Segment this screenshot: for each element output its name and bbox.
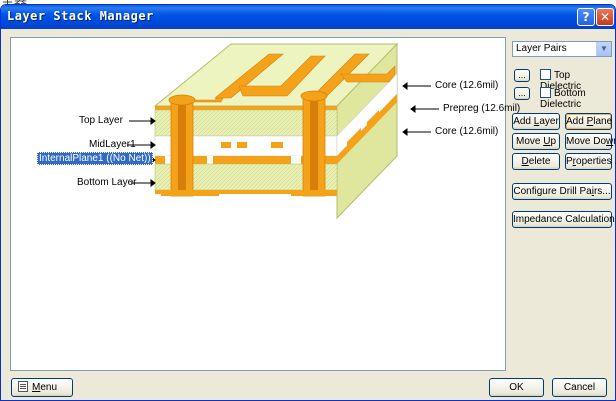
title-bar[interactable]: Layer Stack Manager ? ✕ <box>1 5 615 29</box>
button-text: p <box>550 136 557 147</box>
top-dielectric-checkbox[interactable] <box>540 69 551 80</box>
bottom-dielectric-checkbox[interactable] <box>540 87 551 98</box>
close-button[interactable]: ✕ <box>596 8 614 26</box>
menu-icon <box>18 381 28 392</box>
button-text: enu <box>40 382 58 393</box>
button-text: Move Do <box>566 136 607 147</box>
properties-button[interactable]: Properties ... <box>565 153 616 170</box>
layer-pairs-value: Layer Pairs <box>516 43 567 54</box>
layer-stack-manager-dialog: Layer Stack Manager ? ✕ Top Layer MidLay… <box>0 4 616 401</box>
add-layer-button[interactable]: Add Layer <box>512 113 560 130</box>
bottom-trace <box>161 190 219 196</box>
layer-stack-diagram[interactable]: Top Layer MidLayer1 InternalPlane1 ((No … <box>10 37 520 371</box>
menu-button[interactable]: Menu <box>11 378 73 397</box>
chevron-down-icon[interactable]: ▼ <box>596 42 611 56</box>
midlayer-pad <box>221 142 231 148</box>
button-text: operties ... <box>576 156 616 167</box>
front-plane-gap-3 <box>291 156 301 164</box>
top-dielectric-properties-button[interactable]: ... <box>514 69 530 82</box>
ellipsis-label: ... <box>518 70 526 80</box>
button-text: P <box>566 156 573 167</box>
button-text: Impedance Calculation... <box>513 214 616 225</box>
via-hole <box>310 96 318 196</box>
ellipsis-label: ... <box>518 88 526 98</box>
delete-button[interactable]: Delete <box>512 153 560 170</box>
window-title: Layer Stack Manager <box>7 9 154 23</box>
bottom-dielectric-option[interactable]: Bottom Dielectric <box>540 87 612 110</box>
button-text: Configure Drill Pa <box>513 186 592 197</box>
core-bottom-label[interactable]: Core (12.6mil) <box>435 126 498 137</box>
help-icon: ? <box>582 10 590 24</box>
button-text: lane <box>593 116 613 127</box>
add-plane-button[interactable]: Add Plane <box>565 113 612 130</box>
cancel-button[interactable]: Cancel <box>552 378 607 397</box>
via-top-pad <box>300 90 328 102</box>
button-text: ayer <box>539 116 559 127</box>
button-text: Move <box>515 136 544 147</box>
button-text: Add <box>513 116 534 127</box>
button-text: OK <box>509 382 524 393</box>
bottom-layer-label[interactable]: Bottom Layer <box>77 177 136 188</box>
core-top-label[interactable]: Core (12.6mil) <box>435 80 498 91</box>
move-down-button[interactable]: Move Down <box>565 133 616 150</box>
via-top-pad <box>168 94 196 106</box>
right-pointer-arrows <box>402 82 439 136</box>
layer-pairs-select[interactable]: Layer Pairs ▼ <box>512 41 612 57</box>
impedance-calculation-button[interactable]: Impedance Calculation... <box>512 211 616 228</box>
front-plane-gap-2 <box>207 156 213 164</box>
prepreg-label[interactable]: Prepreg (12.6mil) <box>443 103 520 114</box>
move-up-button[interactable]: Move Up <box>512 133 560 150</box>
ok-button[interactable]: OK <box>489 378 544 397</box>
help-button[interactable]: ? <box>577 8 595 26</box>
button-text: Add <box>566 116 587 127</box>
internal-plane1-label[interactable]: InternalPlane1 ((No Net)) <box>37 152 153 165</box>
button-text: elete <box>528 156 551 167</box>
dialog-client-area: Top Layer MidLayer1 InternalPlane1 ((No … <box>4 33 616 373</box>
midlayer-pad <box>237 142 247 148</box>
button-text: Cancel <box>563 382 596 393</box>
via-hole <box>178 100 186 196</box>
pcb-stack-illustration <box>127 42 439 220</box>
close-icon: ✕ <box>599 10 611 24</box>
configure-drill-pairs-button[interactable]: Configure Drill Pairs... <box>512 183 612 200</box>
bottom-dielectric-properties-button[interactable]: ... <box>514 87 530 100</box>
button-text: rs... <box>593 186 611 197</box>
midlayer-pad <box>271 142 283 148</box>
top-layer-label[interactable]: Top Layer <box>79 115 123 126</box>
midlayer1-label[interactable]: MidLayer1 <box>89 139 136 150</box>
dialog-footer: Menu OK Cancel <box>1 377 615 401</box>
access-key: D <box>521 156 529 167</box>
bottom-trace <box>291 190 337 196</box>
